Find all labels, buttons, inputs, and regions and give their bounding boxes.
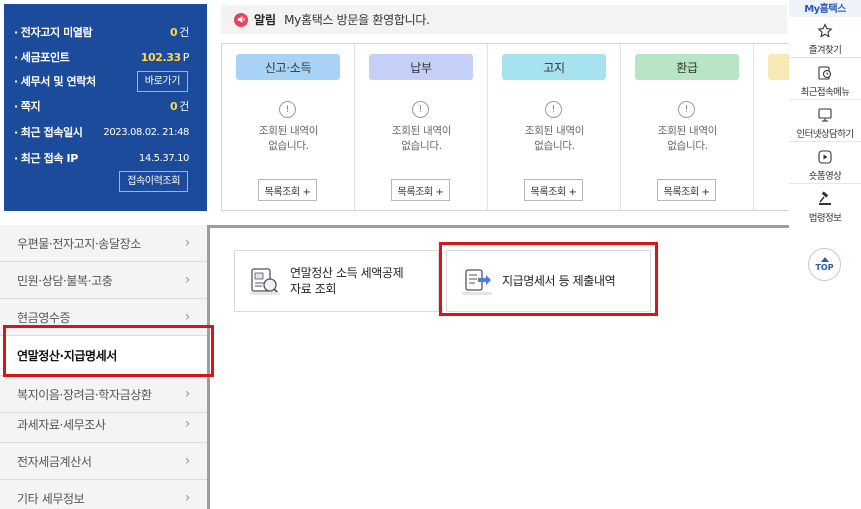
- exclamation-icon: !: [279, 101, 296, 118]
- chevron-right-icon: ›: [184, 490, 191, 506]
- info-label: 최근 접속일시: [14, 124, 83, 140]
- quick-item-favorites[interactable]: 즐겨찾기: [789, 20, 861, 58]
- empty-message: 조회된 내역이 없습니다.: [258, 125, 319, 152]
- tax-office-shortcut-button[interactable]: 바로가기: [136, 70, 188, 92]
- category-title[interactable]: 납부: [369, 54, 473, 80]
- star-icon: [817, 23, 833, 38]
- sidebar-item-label: 우편물·전자고지·송달장소: [17, 236, 141, 251]
- service-label: 연말정산 소득 세액공제 자료 조회: [290, 266, 404, 296]
- sidebar-item-label: 기타 세무정보: [17, 491, 85, 506]
- category-title[interactable]: 환급: [635, 54, 739, 80]
- category-report-income: 신고·소득 ! 조회된 내역이 없습니다. 목록조회 +: [222, 44, 355, 210]
- chevron-right-icon: ›: [184, 386, 191, 402]
- monitor-icon: [818, 108, 832, 122]
- arrow-up-icon: [821, 257, 829, 262]
- service-year-end-deduction-data[interactable]: 연말정산 소득 세액공제 자료 조회: [234, 250, 439, 312]
- sidebar-item-label: 현금영수증: [17, 310, 71, 325]
- sidebar-item-other-tax-info[interactable]: 기타 세무정보 ›: [0, 480, 207, 509]
- category-title[interactable]: 고지: [502, 54, 606, 80]
- empty-message: 조회된 내역이 없습니다.: [524, 125, 585, 152]
- info-label: 최근 접속 IP: [14, 150, 78, 166]
- exclamation-icon: !: [412, 101, 429, 118]
- gavel-icon: [819, 191, 831, 205]
- quick-item-label: 최근접속메뉴: [800, 87, 850, 98]
- quick-item-label: 인터넷상담하기: [796, 129, 855, 140]
- info-row-message[interactable]: 쪽지 0건: [4, 95, 207, 117]
- empty-message: 조회된 내역이 없습니다.: [391, 125, 452, 152]
- content-divider: [210, 225, 861, 228]
- quick-item-label: 즐겨찾기: [808, 45, 842, 56]
- last-login-time: 2023.08.02. 21:48: [103, 126, 189, 138]
- scroll-top-button[interactable]: TOP: [808, 248, 841, 281]
- info-row-last-login: 최근 접속일시 2023.08.02. 21:48: [4, 121, 207, 143]
- category-notice: 고지 ! 조회된 내역이 없습니다. 목록조회 +: [488, 44, 621, 210]
- list-view-button[interactable]: 목록조회 +: [657, 179, 716, 201]
- quick-item-label: 법령정보: [808, 213, 842, 224]
- notice-text: My홈택스 방문을 환영합니다.: [284, 13, 430, 27]
- sidebar-item-mail-notice[interactable]: 우편물·전자고지·송달장소 ›: [0, 225, 207, 262]
- chevron-right-icon: ›: [184, 309, 191, 325]
- info-row-last-ip: 최근 접속 IP 14.5.37.10: [4, 147, 207, 169]
- quick-item-short-video[interactable]: 숏폼영상: [789, 146, 861, 184]
- chevron-right-icon: ›: [184, 235, 191, 251]
- sidebar-item-label: 민원·상담·불복·고충: [17, 273, 113, 288]
- info-label: 전자고지 미열람: [14, 24, 93, 40]
- sidebar-item-label: 복지이음·장려금·학자금상환: [17, 387, 152, 402]
- info-label: 세금포인트: [14, 49, 70, 65]
- chevron-right-icon: ›: [184, 272, 191, 288]
- message-count[interactable]: 0건: [170, 98, 189, 114]
- sidebar-item-tax-audit[interactable]: 과세자료·세무조사 ›: [0, 406, 207, 443]
- highlight-box-menu: [3, 325, 214, 377]
- sidebar-item-label: 과세자료·세무조사: [17, 417, 106, 432]
- recent-menu-icon: [818, 66, 832, 80]
- top-label: TOP: [815, 263, 834, 272]
- quick-menu-title[interactable]: My홈택스: [789, 0, 861, 17]
- notice-label: 알림: [254, 13, 277, 27]
- exclamation-icon: !: [545, 101, 562, 118]
- sidebar-item-e-tax-invoice[interactable]: 전자세금계산서 ›: [0, 443, 207, 480]
- list-view-button[interactable]: 목록조회 +: [391, 179, 450, 201]
- quick-item-law-info[interactable]: 법령정보: [789, 188, 861, 226]
- tax-point-value[interactable]: 102.33 P: [141, 51, 190, 64]
- info-label: 쪽지: [14, 98, 41, 114]
- exclamation-icon: !: [678, 101, 695, 118]
- info-row-unread-notice[interactable]: 전자고지 미열람 0건: [4, 21, 207, 43]
- notice-bar: 알림 My홈택스 방문을 환영합니다.: [221, 5, 787, 34]
- category-payment: 납부 ! 조회된 내역이 없습니다. 목록조회 +: [355, 44, 488, 210]
- speaker-icon: [234, 12, 248, 27]
- quick-menu: My홈택스 즐겨찾기 최근접속메뉴 인터넷상담하기 숏폼영상 법령정보: [789, 0, 861, 240]
- play-icon: [818, 150, 832, 164]
- quick-item-online-consult[interactable]: 인터넷상담하기: [789, 104, 861, 142]
- chevron-right-icon: ›: [184, 416, 191, 432]
- sidebar-item-label: 전자세금계산서: [17, 454, 92, 469]
- sidebar-item-complaint[interactable]: 민원·상담·불복·고충 ›: [0, 262, 207, 299]
- chevron-right-icon: ›: [184, 453, 191, 469]
- quick-item-recent-menu[interactable]: 최근접속메뉴: [789, 62, 861, 100]
- empty-message: 조회된 내역이 없습니다.: [657, 125, 718, 152]
- category-refund: 환급 ! 조회된 내역이 없습니다. 목록조회 +: [621, 44, 754, 210]
- category-title[interactable]: 신고·소득: [236, 54, 340, 80]
- user-info-panel: 전자고지 미열람 0건 세금포인트 102.33P 세무서 및 연락처 바로가기…: [4, 4, 207, 211]
- document-search-icon: [250, 268, 280, 295]
- quick-item-label: 숏폼영상: [808, 171, 842, 182]
- unread-count[interactable]: 0건: [170, 24, 189, 40]
- info-label: 세무서 및 연락처: [14, 73, 96, 89]
- list-view-button[interactable]: 목록조회 +: [524, 179, 583, 201]
- status-category-panel: 신고·소득 ! 조회된 내역이 없습니다. 목록조회 + 납부 ! 조회된 내역…: [221, 43, 801, 211]
- last-login-ip: 14.5.37.10: [138, 152, 189, 164]
- info-row-tax-point[interactable]: 세금포인트 102.33P: [4, 46, 207, 68]
- info-row-tax-office: 세무서 및 연락처 바로가기: [4, 70, 207, 92]
- highlight-box-service: [439, 242, 658, 316]
- list-view-button[interactable]: 목록조회 +: [258, 179, 317, 201]
- login-history-button[interactable]: 접속이력조회: [119, 171, 188, 192]
